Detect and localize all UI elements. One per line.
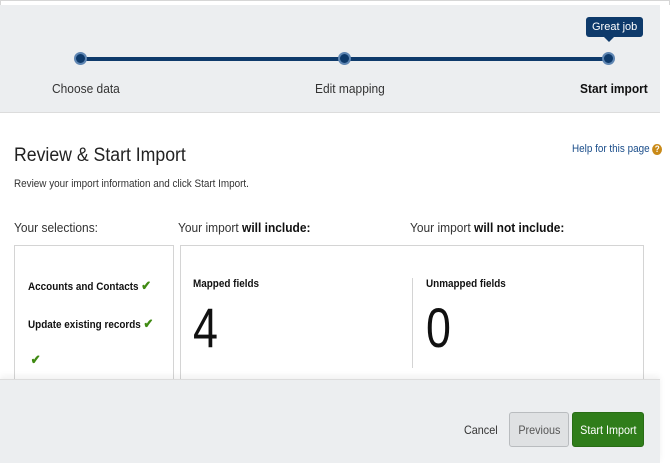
step-marker-edit-mapping	[338, 52, 351, 65]
include-heading-bold: will include:	[242, 220, 311, 235]
progress-tracker: Great job Choose data Edit mapping Start…	[0, 5, 660, 113]
great-job-tooltip: Great job	[586, 17, 644, 42]
selection-item: ✔	[28, 352, 41, 368]
checkmark-icon: ✔	[30, 352, 41, 367]
help-icon: ?	[652, 143, 663, 155]
footer-bar: Cancel Previous Start Import	[0, 379, 660, 463]
start-import-button[interactable]: Start Import	[572, 412, 644, 447]
summary-divider	[412, 278, 413, 368]
checkmark-icon: ✔	[141, 278, 152, 293]
step-label-start-import: Start import	[580, 81, 648, 96]
previous-button-label: Previous	[517, 422, 561, 437]
selection-label: Update existing records	[28, 319, 141, 331]
step-marker-start-import	[602, 52, 615, 65]
include-heading-prefix: Your import	[178, 220, 243, 235]
step-label-edit-mapping: Edit mapping	[315, 81, 385, 96]
selections-panel: Accounts and Contacts ✔ Update existing r…	[14, 245, 174, 385]
include-heading: Your import will include:	[178, 220, 310, 235]
selection-item: Update existing records ✔	[28, 316, 153, 332]
previous-button[interactable]: Previous	[509, 412, 569, 447]
selection-label: Accounts and Contacts	[28, 281, 139, 293]
step-marker-choose-data	[74, 52, 87, 65]
start-import-button-label: Start Import	[579, 422, 637, 437]
mapped-fields-count: 4	[193, 296, 218, 359]
selection-item: Accounts and Contacts ✔	[28, 278, 151, 294]
cancel-link[interactable]: Cancel	[464, 423, 498, 437]
mapped-fields-label: Mapped fields	[193, 278, 260, 290]
unmapped-fields-count: 0	[426, 296, 451, 359]
selections-heading: Your selections:	[14, 220, 99, 235]
page-title: Review & Start Import	[14, 145, 186, 166]
unmapped-fields-label: Unmapped fields	[426, 278, 506, 290]
checkmark-icon: ✔	[143, 316, 154, 331]
help-link-label: Help for this page	[572, 143, 650, 155]
page-subtitle: Review your import information and click…	[14, 178, 249, 190]
import-summary-panel: Mapped fields 4 Unmapped fields 0	[180, 245, 644, 385]
help-link[interactable]: Help for this page ?	[572, 143, 663, 155]
exclude-heading-prefix: Your import	[410, 220, 475, 235]
exclude-heading: Your import will not include:	[410, 220, 564, 235]
exclude-heading-bold: will not include:	[474, 220, 565, 235]
step-label-choose-data: Choose data	[52, 81, 120, 96]
